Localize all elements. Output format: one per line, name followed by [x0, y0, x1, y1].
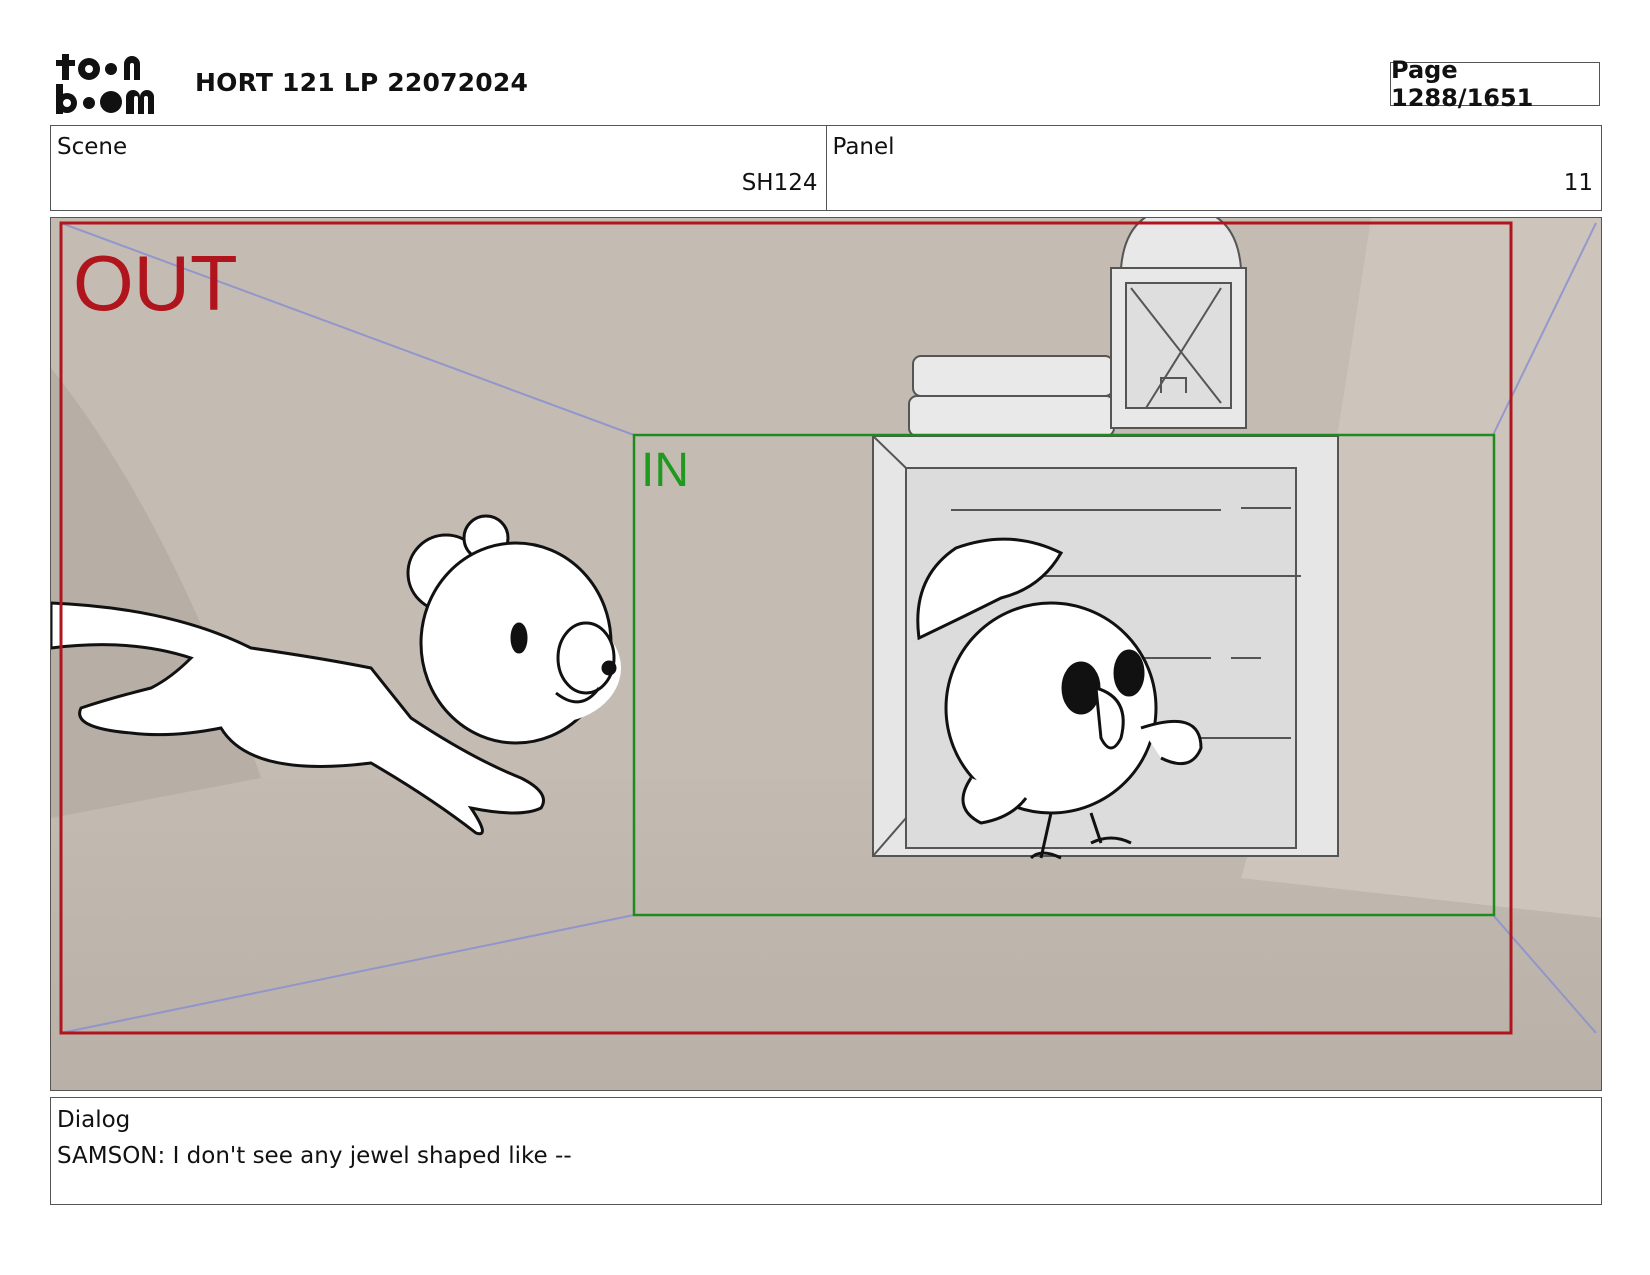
scene-panel-info: Scene SH124 Panel 11: [50, 125, 1602, 211]
panel-label: Panel: [832, 134, 895, 160]
panel-cell: Panel 11: [825, 126, 1602, 210]
storyboard-drawing: OUT IN: [51, 218, 1601, 1090]
storyboard-panel: OUT IN: [50, 217, 1602, 1091]
lantern: [1110, 218, 1247, 429]
scene-cell: Scene SH124: [51, 126, 826, 210]
toon-boom-logo: [54, 52, 172, 116]
document-title: HORT 121 LP 22072024: [195, 68, 529, 97]
dialog-box: Dialog SAMSON: I don't see any jewel sha…: [50, 1097, 1602, 1205]
scene-label: Scene: [57, 134, 128, 160]
dialog-text: SAMSON: I don't see any jewel shaped lik…: [57, 1143, 572, 1169]
books-stack: [908, 355, 1115, 437]
panel-value: 11: [1563, 170, 1593, 196]
scene-value: SH124: [741, 170, 818, 196]
in-label: IN: [641, 444, 689, 497]
out-label: OUT: [73, 239, 238, 327]
page-number: Page 1288/1651: [1390, 56, 1600, 112]
dialog-label: Dialog: [57, 1107, 131, 1133]
